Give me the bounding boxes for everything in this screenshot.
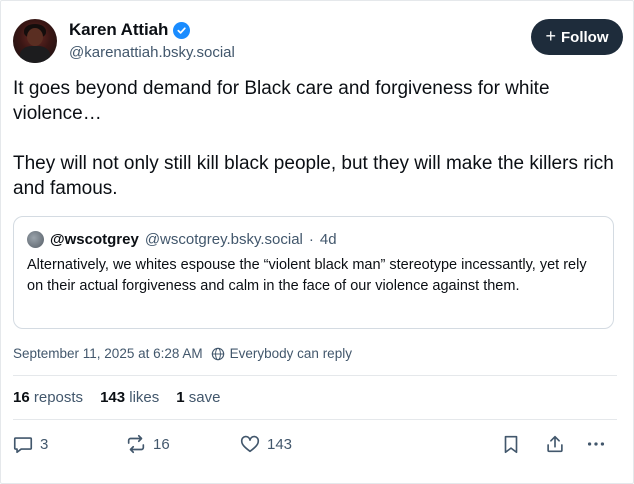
reply-setting-label: Everybody can reply [229,346,352,361]
post-card: Karen Attiah @karenattiah.bsky.social + … [0,0,634,484]
like-count: 143 [267,435,293,453]
post-stats: 16 reposts 143 likes 1 save [13,389,220,406]
more-icon [585,433,607,455]
author-names: Karen Attiah @karenattiah.bsky.social [69,19,235,61]
quoted-author-handle: @wscotgrey.bsky.social [144,231,303,248]
quoted-author-name: @wscotgrey [50,231,139,248]
likes-label: likes [129,389,160,406]
reposts-count: 16 [13,389,30,406]
author-avatar[interactable] [13,19,57,63]
reply-button[interactable]: 3 [12,429,48,459]
quoted-separator: · [308,231,314,248]
divider [13,419,617,420]
saves-label: save [188,389,221,406]
follow-button[interactable]: + Follow [531,19,623,55]
reply-icon [12,433,34,455]
repost-icon [125,433,147,455]
author-handle[interactable]: @karenattiah.bsky.social [69,44,235,61]
reply-count: 3 [40,435,49,453]
saves-stat[interactable]: 1 save [176,389,220,406]
more-options-button[interactable] [585,429,607,459]
reposts-stat[interactable]: 16 reposts [13,389,83,406]
post-text: It goes beyond demand for Black care and… [13,76,618,201]
bookmark-button[interactable] [500,429,522,459]
display-name-row: Karen Attiah [69,19,235,41]
follow-button-label: Follow [561,28,609,46]
post-header: Karen Attiah @karenattiah.bsky.social + … [13,17,623,65]
quoted-post-header: @wscotgrey @wscotgrey.bsky.social · 4d [27,231,337,248]
verified-check-icon[interactable] [173,21,191,39]
repost-count: 16 [153,435,170,453]
post-paragraph: It goes beyond demand for Black care and… [13,78,550,124]
share-button[interactable] [544,429,566,459]
post-paragraph: They will not only still kill black peop… [13,153,614,199]
reposts-label: reposts [33,389,84,406]
bookmark-icon [500,433,522,455]
reply-setting[interactable]: Everybody can reply [211,346,352,361]
post-timestamp: September 11, 2025 at 6:28 AM [13,346,203,361]
globe-icon [211,347,225,361]
post-actions: 3 16 143 [1,429,634,459]
quoted-post-text: Alternatively, we whites espouse the “vi… [27,257,587,294]
likes-count: 143 [100,389,126,406]
saves-count: 1 [176,389,185,406]
quoted-post-age: 4d [319,231,337,248]
likes-stat[interactable]: 143 likes [100,389,159,406]
author-display-name[interactable]: Karen Attiah [69,20,168,40]
like-button[interactable]: 143 [239,429,292,459]
share-icon [544,433,566,455]
quoted-post[interactable]: @wscotgrey @wscotgrey.bsky.social · 4d A… [13,216,614,329]
like-icon [239,433,261,455]
divider [13,375,617,376]
quote-avatar-icon [27,231,44,248]
repost-button[interactable]: 16 [125,429,170,459]
plus-icon: + [545,26,556,46]
post-meta: September 11, 2025 at 6:28 AM Everybody … [13,346,352,361]
